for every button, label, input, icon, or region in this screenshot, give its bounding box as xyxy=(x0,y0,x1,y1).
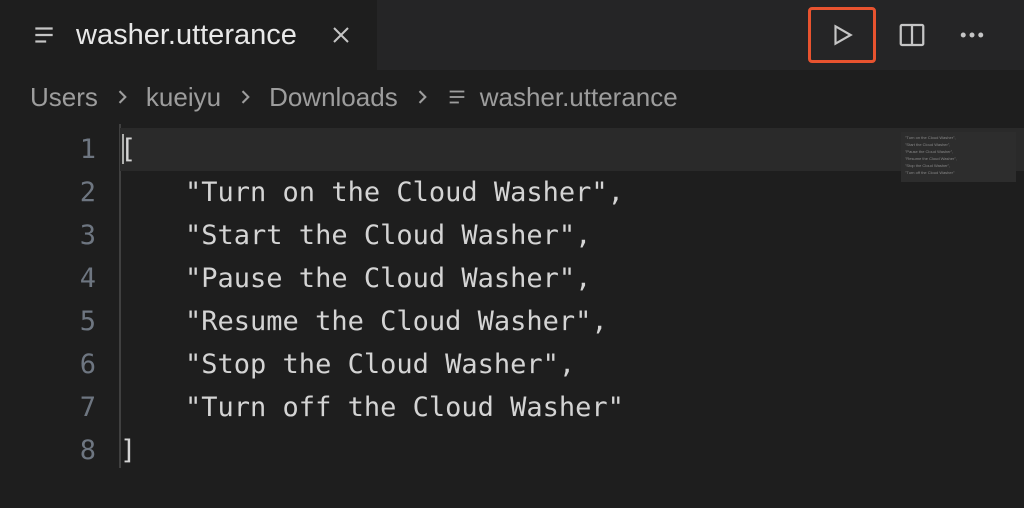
line-number: 1 xyxy=(0,128,120,171)
code-content[interactable]: [ "Turn on the Cloud Washer", "Start the… xyxy=(120,124,1024,472)
code-line[interactable]: "Resume the Cloud Washer", xyxy=(120,300,1024,343)
code-line[interactable]: ] xyxy=(120,429,1024,472)
file-icon xyxy=(30,21,58,49)
code-line[interactable]: "Pause the Cloud Washer", xyxy=(120,257,1024,300)
line-number: 3 xyxy=(0,214,120,257)
tab-close-button[interactable] xyxy=(325,19,357,51)
code-line[interactable]: "Turn off the Cloud Washer" xyxy=(120,386,1024,429)
cursor xyxy=(122,134,124,164)
line-number: 4 xyxy=(0,257,120,300)
code-line[interactable]: "Stop the Cloud Washer", xyxy=(120,343,1024,386)
line-numbers: 1 2 3 4 5 6 7 8 xyxy=(0,124,120,472)
tab-active[interactable]: washer.utterance xyxy=(0,0,377,70)
minimap[interactable]: "Turn on the Cloud Washer", "Start the C… xyxy=(901,132,1016,182)
breadcrumb-current[interactable]: washer.utterance xyxy=(446,82,678,113)
code-line[interactable]: "Start the Cloud Washer", xyxy=(120,214,1024,257)
line-number: 6 xyxy=(0,343,120,386)
tab-title: washer.utterance xyxy=(76,19,297,52)
breadcrumb-item[interactable]: kueiyu xyxy=(146,82,221,113)
breadcrumb-item[interactable]: Downloads xyxy=(269,82,398,113)
line-number: 8 xyxy=(0,429,120,472)
more-actions-button[interactable] xyxy=(948,11,996,59)
chevron-right-icon xyxy=(235,87,255,107)
chevron-right-icon xyxy=(412,87,432,107)
line-number: 7 xyxy=(0,386,120,429)
tab-bar: washer.utterance xyxy=(0,0,1024,70)
line-number: 2 xyxy=(0,171,120,214)
run-button[interactable] xyxy=(808,7,876,63)
editor[interactable]: 1 2 3 4 5 6 7 8 [ "Turn on the Cloud Was… xyxy=(0,124,1024,472)
split-editor-button[interactable] xyxy=(888,11,936,59)
code-line[interactable]: [ xyxy=(120,128,1024,171)
breadcrumb: Users kueiyu Downloads washer.utterance xyxy=(0,70,1024,124)
breadcrumb-file: washer.utterance xyxy=(480,82,678,113)
code-line[interactable]: "Turn on the Cloud Washer", xyxy=(120,171,1024,214)
chevron-right-icon xyxy=(112,87,132,107)
line-number: 5 xyxy=(0,300,120,343)
breadcrumb-item[interactable]: Users xyxy=(30,82,98,113)
editor-actions xyxy=(808,7,1024,63)
file-icon xyxy=(446,86,468,108)
